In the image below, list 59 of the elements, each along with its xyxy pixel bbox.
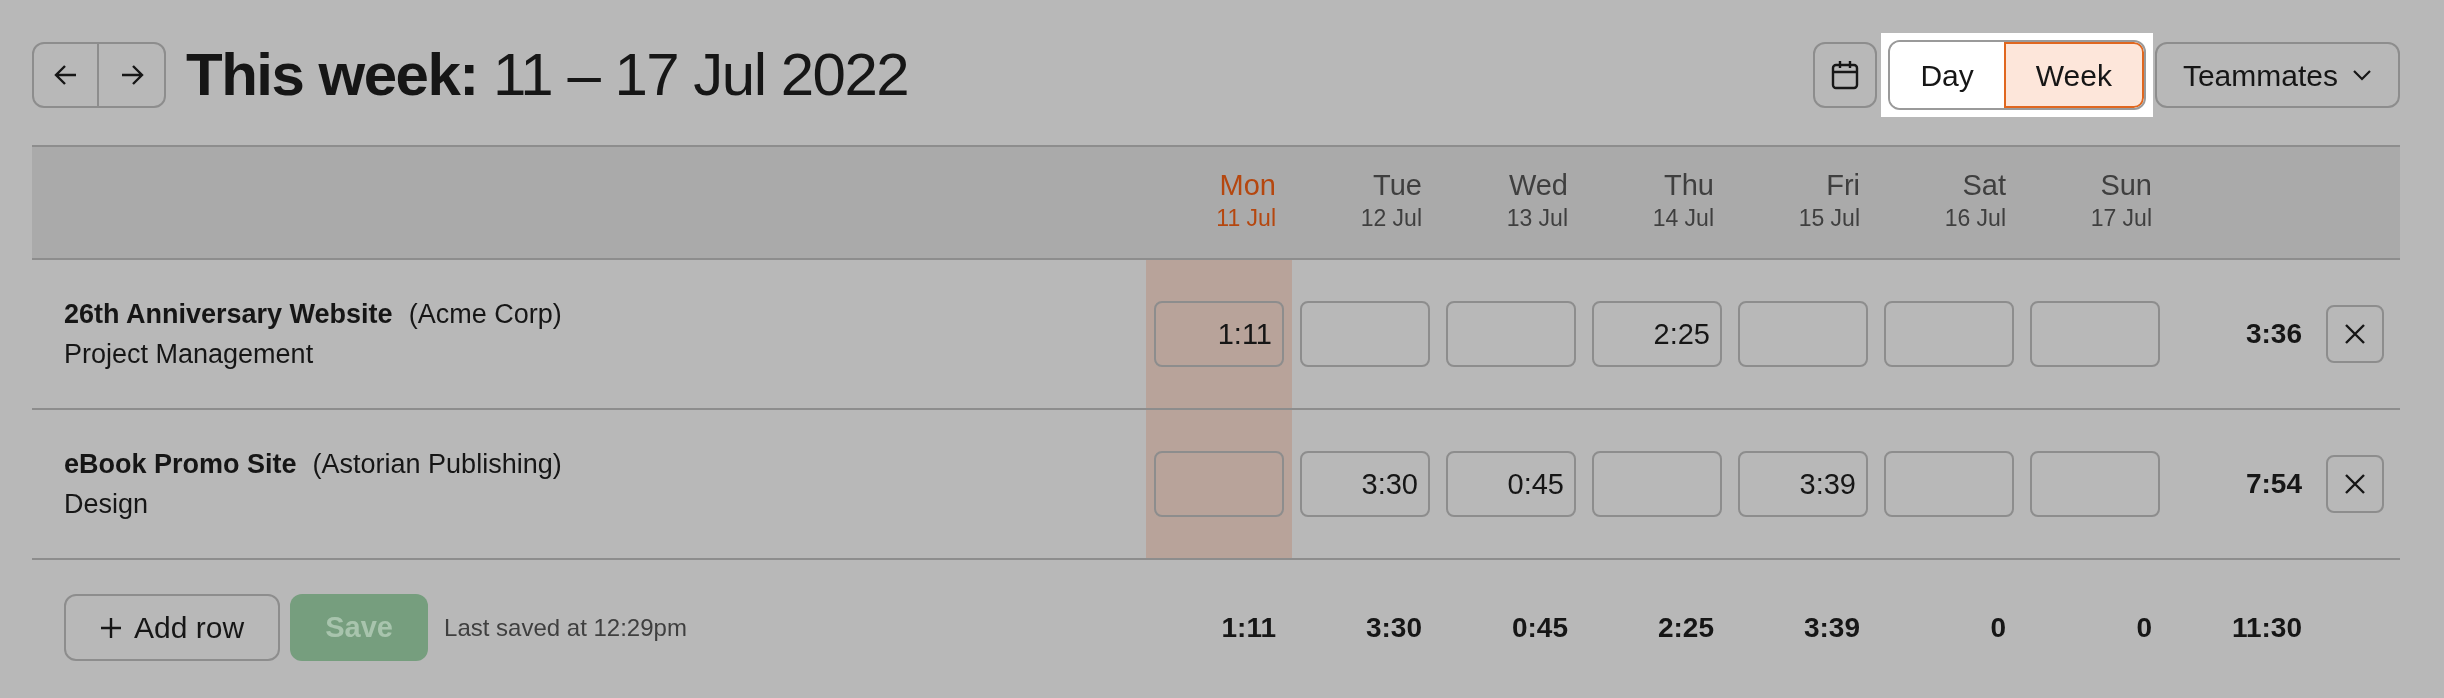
time-input[interactable]: 0:45 <box>1446 451 1576 517</box>
time-input[interactable] <box>1738 301 1868 367</box>
time-input[interactable] <box>2030 301 2160 367</box>
remove-row-button[interactable] <box>2326 305 2384 363</box>
time-input[interactable]: 3:30 <box>1300 451 1430 517</box>
calendar-button[interactable] <box>1813 42 1878 108</box>
day-name: Fri <box>1826 168 1860 203</box>
add-row-button[interactable]: Add row <box>64 594 281 661</box>
time-input[interactable] <box>1884 451 2014 517</box>
day-total: 1:11 <box>1221 610 1276 645</box>
day-name: Sun <box>2100 168 2152 203</box>
page-title: This week: 11 – 17 Jul 2022 <box>186 45 909 105</box>
time-input[interactable] <box>1300 301 1430 367</box>
arrow-left-icon <box>53 64 78 86</box>
last-saved-text: Last saved at 12:29pm <box>444 612 687 643</box>
day-name: Thu <box>1664 168 1714 203</box>
chevron-down-icon <box>2352 69 2372 81</box>
day-date: 12 Jul <box>1360 204 1422 233</box>
time-input[interactable] <box>1592 451 1722 517</box>
day-date: 17 Jul <box>2090 204 2152 233</box>
day-date: 15 Jul <box>1798 204 1860 233</box>
day-name: Sat <box>1962 168 2006 203</box>
time-input[interactable]: 2:25 <box>1592 301 1722 367</box>
day-total: 2:25 <box>1657 610 1714 645</box>
day-date: 14 Jul <box>1652 204 1714 233</box>
row-total: 7:54 <box>2245 467 2302 501</box>
day-total: 0 <box>2136 610 2152 645</box>
client-name: (Acme Corp) <box>408 298 562 331</box>
close-icon <box>2344 323 2366 345</box>
time-input[interactable] <box>1884 301 2014 367</box>
grand-total: 11:30 <box>2231 610 2302 645</box>
time-input[interactable]: 1:11 <box>1154 301 1284 367</box>
day-name: Tue <box>1373 168 1422 203</box>
day-date: 16 Jul <box>1944 204 2006 233</box>
arrow-right-icon <box>119 64 144 86</box>
time-input[interactable] <box>1446 301 1576 367</box>
plus-icon <box>100 616 122 639</box>
view-tab[interactable]: Week <box>2003 42 2144 108</box>
day-name: Mon <box>1219 168 1276 203</box>
time-input[interactable] <box>2030 451 2160 517</box>
task-name: Design <box>64 488 150 521</box>
calendar-icon <box>1831 60 1860 90</box>
teammates-dropdown[interactable]: Teammates <box>2154 42 2400 108</box>
time-input[interactable]: 3:39 <box>1738 451 1868 517</box>
project-name: 26th Anniversary Website <box>64 298 393 331</box>
day-date: 13 Jul <box>1506 204 1568 233</box>
day-name: Wed <box>1508 168 1568 203</box>
close-icon <box>2344 473 2366 495</box>
day-date: 11 Jul <box>1216 204 1276 233</box>
project-name: eBook Promo Site <box>64 448 297 481</box>
client-name: (Astorian Publishing) <box>312 448 562 481</box>
day-total: 3:39 <box>1803 610 1860 645</box>
remove-row-button[interactable] <box>2326 455 2384 513</box>
task-name: Project Management <box>64 338 315 371</box>
day-total: 3:30 <box>1365 610 1422 645</box>
day-total: 0 <box>1990 610 2006 645</box>
day-total: 0:45 <box>1511 610 1568 645</box>
row-total: 3:36 <box>2245 317 2302 351</box>
time-input[interactable] <box>1154 451 1284 517</box>
